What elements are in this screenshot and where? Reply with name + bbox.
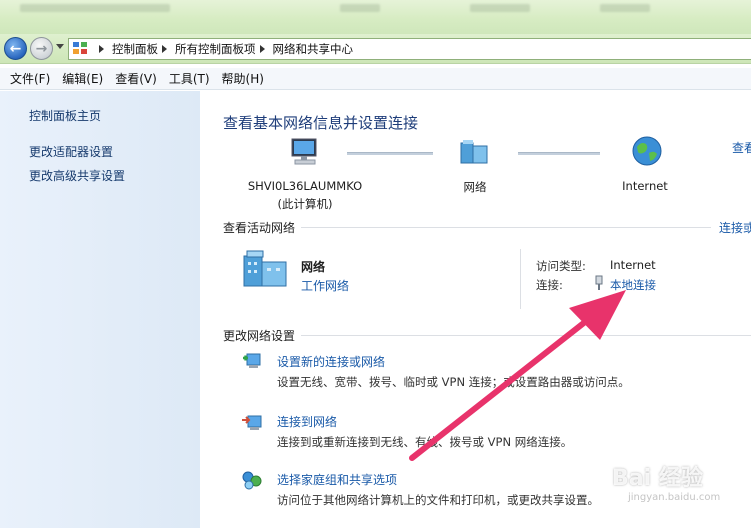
chevron-right-icon[interactable] [162, 45, 167, 53]
navigation-bar: ← → 控制面板 所有控制面板项 网络和共享中心 [0, 34, 751, 64]
computer-icon [291, 138, 317, 165]
sidebar: 控制面板主页 更改适配器设置 更改高级共享设置 [0, 91, 200, 528]
setup-new-connection-link[interactable]: 设置新的连接或网络 [277, 353, 385, 370]
sidebar-item-adapter-settings[interactable]: 更改适配器设置 [29, 143, 113, 160]
baidu-watermark: Bai 经验 [612, 466, 703, 491]
connect-or-disconnect-link[interactable]: 连接或 [719, 219, 751, 236]
see-full-map-link[interactable]: 查看 [732, 139, 751, 156]
map-link-line [347, 152, 433, 155]
sidebar-item-control-panel-home[interactable]: 控制面板主页 [29, 107, 101, 124]
globe-icon [632, 136, 662, 166]
map-network-label: 网络 [463, 180, 487, 194]
setup-new-connection-desc: 设置无线、宽带、拨号、临时或 VPN 连接；或设置路由器或访问点。 [277, 375, 630, 389]
map-internet-label: Internet [622, 179, 668, 193]
network-building-icon [243, 250, 287, 287]
menu-bar: 文件(F) 编辑(E) 查看(V) 工具(T) 帮助(H) [0, 68, 751, 90]
map-computer-sub: (此计算机) [277, 197, 333, 211]
map-computer-name: SHVI0L36LAUMMKO [247, 179, 363, 193]
background-window-strip [0, 0, 751, 34]
forward-arrow-icon: → [35, 40, 48, 57]
divider [301, 227, 711, 228]
breadcrumb-network-center[interactable]: 网络和共享中心 [273, 41, 354, 57]
control-panel-icon [73, 42, 89, 56]
menu-edit[interactable]: 编辑(E) [56, 70, 109, 87]
menu-tools[interactable]: 工具(T) [163, 70, 216, 87]
map-link-line [518, 152, 600, 155]
homegroup-sharing-desc: 访问位于其他网络计算机上的文件和打印机，或更改共享设置。 [277, 493, 599, 507]
forward-button[interactable]: → [30, 37, 53, 60]
change-settings-title: 更改网络设置 [223, 329, 296, 343]
breadcrumb-control-panel[interactable]: 控制面板 [112, 41, 158, 57]
chevron-right-icon[interactable] [259, 45, 265, 53]
menu-file[interactable]: 文件(F) [4, 70, 56, 87]
recent-pages-dropdown-icon[interactable] [56, 44, 64, 49]
chevron-right-icon[interactable] [99, 45, 104, 53]
breadcrumb-all-items[interactable]: 所有控制面板项 [175, 41, 256, 57]
address-bar[interactable]: 控制面板 所有控制面板项 网络和共享中心 [68, 38, 751, 60]
network-type-link[interactable]: 工作网络 [301, 277, 349, 294]
homegroup-sharing-link[interactable]: 选择家庭组和共享选项 [277, 471, 397, 488]
new-connection-icon [243, 353, 261, 368]
network-icon [460, 140, 488, 164]
menu-view[interactable]: 查看(V) [109, 70, 163, 87]
vertical-divider [520, 249, 521, 309]
connect-to-network-icon [242, 415, 262, 430]
page-title: 查看基本网络信息并设置连接 [223, 114, 419, 132]
back-button[interactable]: ← [4, 37, 27, 60]
homegroup-icon [242, 471, 262, 490]
local-connection-link[interactable]: 本地连接 [610, 277, 656, 293]
connect-to-network-desc: 连接到或重新连接到无线、有线、拨号或 VPN 网络连接。 [277, 435, 573, 449]
back-arrow-icon: ← [9, 40, 22, 57]
connect-to-network-link[interactable]: 连接到网络 [277, 413, 337, 430]
sidebar-item-advanced-sharing[interactable]: 更改高级共享设置 [29, 167, 125, 184]
active-networks-title: 查看活动网络 [223, 221, 296, 235]
access-type-value: Internet [610, 258, 656, 272]
divider [301, 335, 751, 336]
ethernet-plug-icon [595, 275, 603, 290]
baidu-watermark-url: jingyan.baidu.com [628, 492, 721, 503]
menu-help[interactable]: 帮助(H) [216, 70, 270, 87]
access-type-label: 访问类型: [536, 259, 586, 273]
active-network-name: 网络 [301, 260, 326, 274]
connections-label: 连接: [536, 278, 563, 292]
